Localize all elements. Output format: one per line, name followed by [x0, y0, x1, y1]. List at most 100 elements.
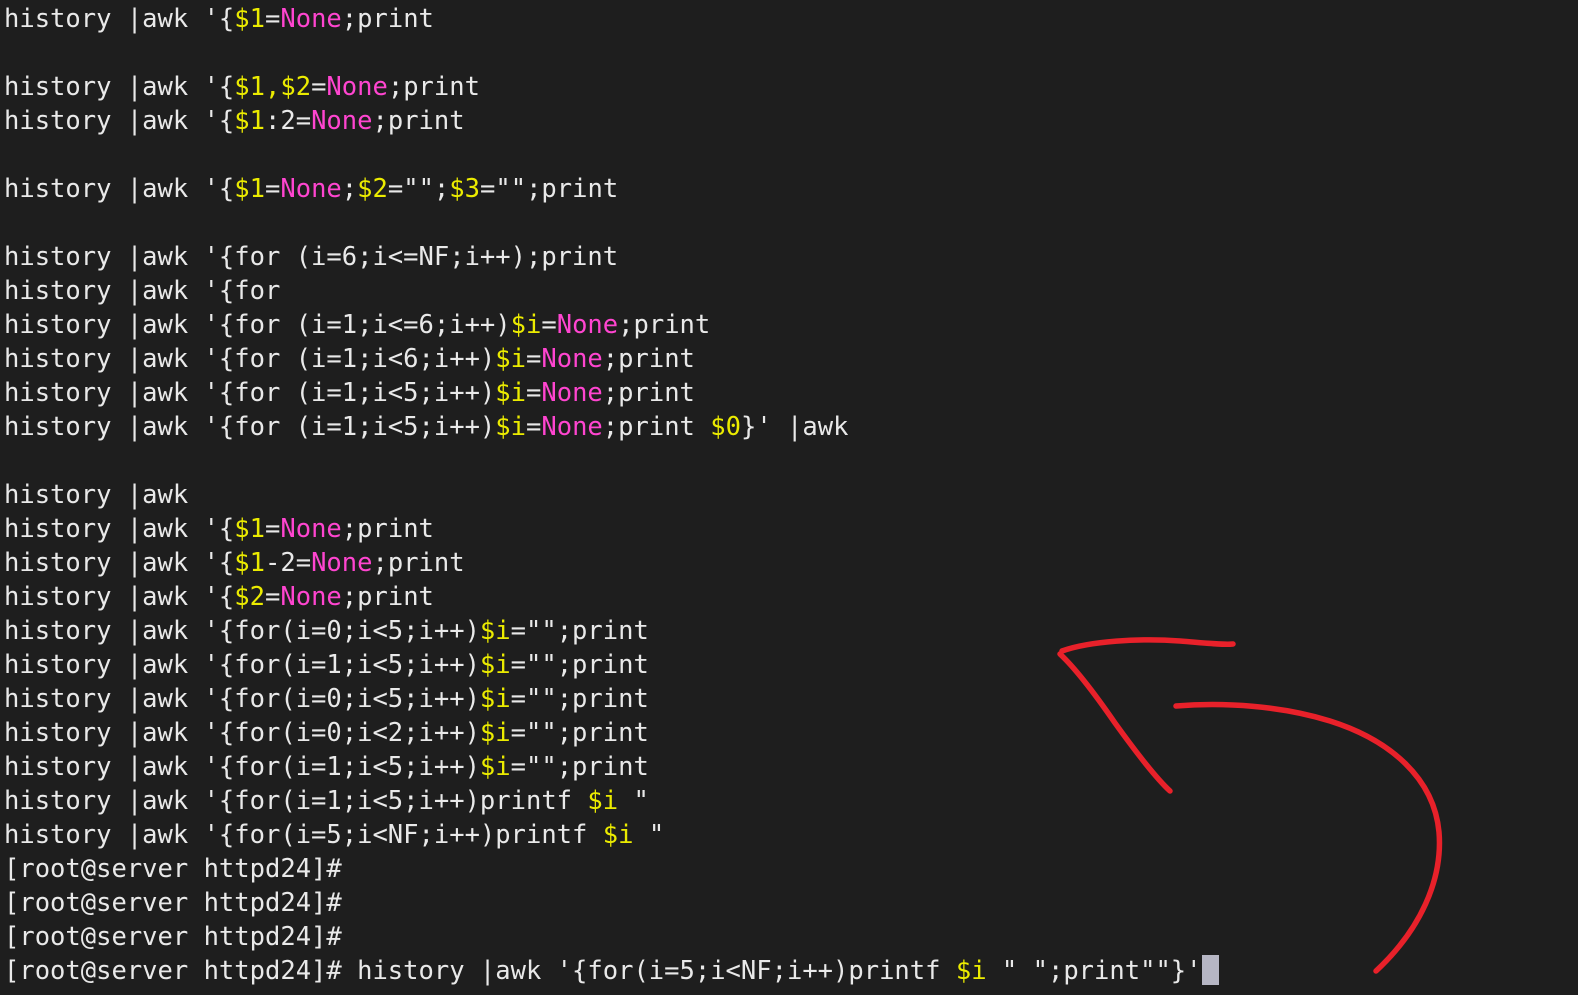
- terminal-text-segment: None: [541, 412, 603, 442]
- terminal-text-segment: =: [311, 72, 327, 102]
- terminal-text-segment: history |awk '{for (i=1;i<5;i++): [4, 412, 496, 442]
- terminal-text-segment: $i: [479, 752, 511, 782]
- terminal-text-segment: ="";print: [510, 616, 649, 646]
- terminal-text-segment: [root@server httpd24]#: [4, 922, 342, 952]
- terminal-text-segment: =: [265, 514, 281, 544]
- terminal-text-segment: " ";print""}': [986, 956, 1202, 986]
- terminal-text-segment: None: [311, 548, 373, 578]
- terminal-window[interactable]: history |awk '{$1=None;print history |aw…: [0, 0, 1578, 995]
- terminal-blank-line: [0, 36, 1578, 70]
- terminal-text-segment: ;: [341, 174, 358, 204]
- terminal-text-segment: history |awk '{for (i=1;i<5;i++): [4, 378, 496, 408]
- terminal-line: history |awk '{for (i=1;i<5;i++)$i=None;…: [0, 376, 1578, 410]
- terminal-line: history |awk '{for (i=1;i<5;i++)$i=None;…: [0, 410, 1578, 444]
- terminal-text-segment: None: [541, 378, 603, 408]
- terminal-text-segment: $i: [495, 412, 526, 442]
- terminal-text-segment: $i: [495, 344, 526, 374]
- terminal-text-segment: history |awk '{for: [4, 276, 281, 306]
- terminal-text-segment: ="";print: [510, 718, 649, 748]
- terminal-text-segment: history |awk '{for(i=1;i<5;i++): [4, 650, 480, 680]
- terminal-line: [root@server httpd24]#: [0, 920, 1578, 954]
- terminal-text-segment: $i: [479, 650, 511, 680]
- terminal-text-segment: None: [556, 310, 619, 340]
- terminal-text-segment: ": [618, 786, 649, 816]
- terminal-line: history |awk '{$1,$2=None;print: [0, 70, 1578, 104]
- terminal-text-segment: ;print: [602, 344, 695, 374]
- terminal-text-segment: =: [265, 174, 281, 204]
- terminal-line: history |awk '{for (i=1;i<=6;i++)$i=None…: [0, 308, 1578, 342]
- terminal-text-segment: ;print: [387, 72, 480, 102]
- terminal-text-segment: =: [526, 344, 542, 374]
- terminal-text-segment: ;print: [341, 4, 434, 34]
- terminal-text-segment: history |awk '{: [4, 4, 235, 34]
- terminal-text-segment: [root@server httpd24]#: [4, 854, 342, 884]
- terminal-text-segment: ;print: [341, 582, 434, 612]
- terminal-text-segment: $1: [234, 4, 266, 34]
- terminal-text-segment: ="";print: [510, 650, 649, 680]
- terminal-text-segment: =: [526, 412, 542, 442]
- terminal-text-segment: history |awk '{: [4, 174, 235, 204]
- terminal-line: [root@server httpd24]#: [0, 886, 1578, 920]
- terminal-text-segment: history |awk '{for (i=1;i<6;i++): [4, 344, 496, 374]
- terminal-line: history |awk: [0, 478, 1578, 512]
- terminal-line: history |awk '{$1=None;print: [0, 2, 1578, 36]
- terminal-text-segment: $i: [495, 378, 526, 408]
- terminal-text-segment: history |awk '{for(i=0;i<2;i++): [4, 718, 480, 748]
- terminal-text-segment: history |awk '{for(i=0;i<5;i++): [4, 684, 480, 714]
- terminal-text-segment: -2=: [265, 548, 312, 578]
- terminal-text-segment: history |awk '{: [4, 514, 235, 544]
- terminal-text-segment: history |awk '{: [4, 106, 235, 136]
- terminal-text-segment: history |awk '{: [4, 72, 235, 102]
- terminal-text-segment: ="";print: [510, 684, 649, 714]
- terminal-text-segment: $1: [234, 106, 266, 136]
- terminal-text-segment: ": [633, 820, 665, 850]
- terminal-line: history |awk '{$1=None;$2="";$3="";print: [0, 172, 1578, 206]
- terminal-line: history |awk '{$2=None;print: [0, 580, 1578, 614]
- terminal-line: history |awk '{for (i=1;i<6;i++)$i=None;…: [0, 342, 1578, 376]
- terminal-line: history |awk '{$1-2=None;print: [0, 546, 1578, 580]
- terminal-text-segment: $3: [449, 174, 481, 204]
- terminal-line: history |awk '{for(i=0;i<5;i++)$i="";pri…: [0, 682, 1578, 716]
- terminal-text-segment: None: [280, 582, 342, 612]
- terminal-text-segment: history |awk '{for (i=6;i<=NF;i++);print: [4, 242, 619, 272]
- terminal-text-segment: ;print: [602, 412, 711, 442]
- terminal-blank-line: [0, 444, 1578, 478]
- terminal-text-segment: ="";print: [480, 174, 619, 204]
- terminal-text-segment: history |awk '{for (i=1;i<=6;i++): [4, 310, 511, 340]
- terminal-text-segment: $1: [234, 174, 266, 204]
- terminal-text-segment: :2=: [265, 106, 312, 136]
- terminal-text-segment: history |awk '{for(i=0;i<5;i++): [4, 616, 480, 646]
- terminal-text-segment: None: [311, 106, 373, 136]
- terminal-text-segment: history |awk '{: [4, 582, 235, 612]
- terminal-text-segment: $i: [479, 684, 511, 714]
- terminal-text-segment: $i: [587, 786, 619, 816]
- terminal-line: history |awk '{for: [0, 274, 1578, 308]
- terminal-line: history |awk '{for(i=1;i<5;i++)$i="";pri…: [0, 750, 1578, 784]
- terminal-text-segment: $i: [479, 616, 511, 646]
- terminal-text-segment: $1,$2: [234, 72, 312, 102]
- terminal-text-segment: None: [326, 72, 388, 102]
- terminal-text-segment: =: [526, 378, 542, 408]
- terminal-text-segment: [root@server httpd24]#: [4, 888, 342, 918]
- terminal-output-area[interactable]: history |awk '{$1=None;print history |aw…: [0, 0, 1578, 988]
- terminal-text-segment: None: [280, 4, 342, 34]
- terminal-text-segment: $2: [234, 582, 266, 612]
- terminal-text-segment: }' |awk: [740, 412, 849, 442]
- terminal-text-segment: [root@server httpd24]# history |awk '{fo…: [4, 956, 956, 986]
- terminal-text-segment: None: [280, 514, 342, 544]
- terminal-blank-line: [0, 138, 1578, 172]
- terminal-text-segment: ;print: [602, 378, 695, 408]
- terminal-text-segment: ="";: [387, 174, 450, 204]
- terminal-text-segment: ;print: [372, 548, 465, 578]
- terminal-text-segment: history |awk: [4, 480, 189, 510]
- terminal-text-segment: =: [265, 4, 281, 34]
- terminal-text-segment: history |awk '{: [4, 548, 235, 578]
- terminal-text-segment: ;print: [341, 514, 434, 544]
- terminal-text-segment: None: [280, 174, 342, 204]
- terminal-text-segment: $i: [602, 820, 634, 850]
- terminal-text-segment: ;print: [372, 106, 465, 136]
- text-cursor[interactable]: [1201, 955, 1219, 985]
